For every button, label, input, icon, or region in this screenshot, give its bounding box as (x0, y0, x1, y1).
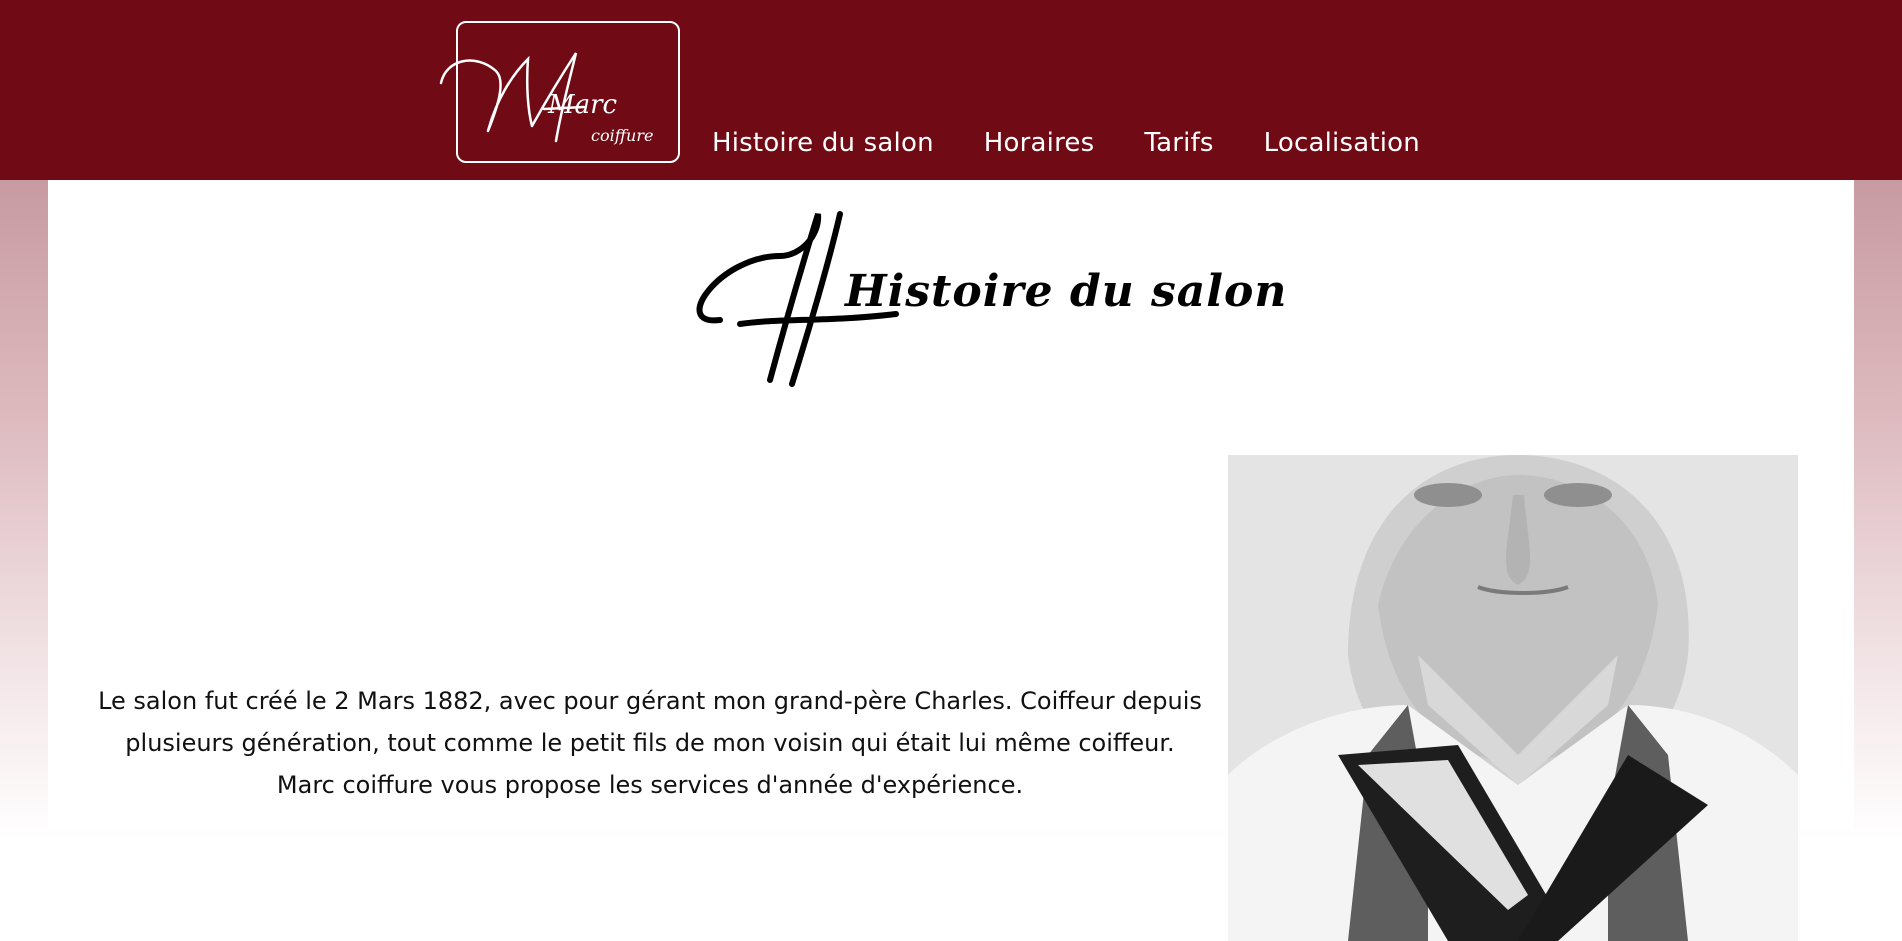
nav-item-histoire[interactable]: Histoire du salon (712, 128, 934, 158)
page-title-block: Histoire du salon (690, 196, 1286, 396)
history-paragraph: Le salon fut créé le 2 Mars 1882, avec p… (80, 680, 1220, 806)
logo-main-text: Marc (547, 90, 618, 120)
paragraph-line: Marc coiffure vous propose les services … (276, 771, 1024, 799)
logo-link[interactable]: Marc coiffure (439, 21, 680, 163)
logo-script: Marc coiffure (439, 52, 653, 145)
barber-portrait-image (1228, 455, 1798, 941)
page-title: Histoire du salon (845, 266, 1288, 317)
portrait-illustration (1228, 455, 1798, 941)
paragraph-line: plusieurs génération, tout comme le peti… (125, 729, 1175, 757)
nav-item-horaires[interactable]: Horaires (984, 128, 1095, 158)
nav-item-localisation[interactable]: Localisation (1264, 128, 1420, 158)
site-header: Marc coiffure Histoire du salon Horaires… (0, 0, 1902, 180)
logo-sub-text: coiffure (591, 126, 653, 145)
main-nav: Histoire du salon Horaires Tarifs Locali… (712, 128, 1420, 158)
paragraph-line: Le salon fut créé le 2 Mars 1882, avec p… (98, 687, 1202, 715)
nav-item-tarifs[interactable]: Tarifs (1144, 128, 1213, 158)
